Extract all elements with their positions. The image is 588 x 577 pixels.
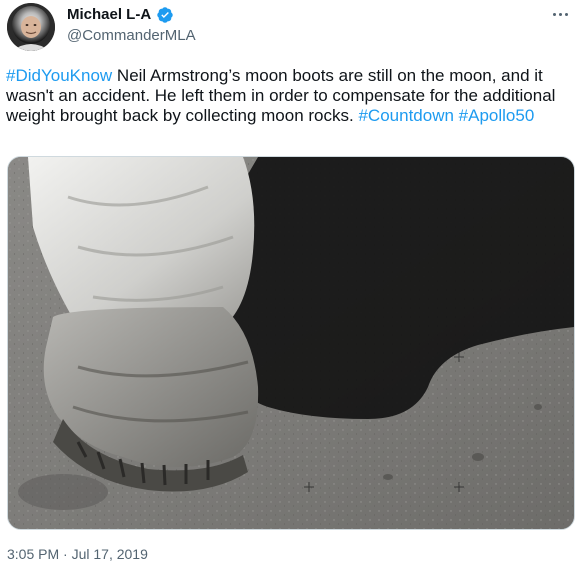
author-name-row: Michael L-A bbox=[67, 6, 174, 24]
astronaut-boot-photo bbox=[8, 157, 574, 529]
hashtag-link[interactable]: #Countdown bbox=[358, 106, 453, 125]
author-handle[interactable]: @CommanderMLA bbox=[67, 27, 196, 45]
tweet-photo[interactable] bbox=[7, 156, 575, 530]
more-options-icon[interactable] bbox=[548, 5, 572, 23]
astronaut-avatar-icon bbox=[7, 3, 55, 51]
hashtag-link[interactable]: #DidYouKnow bbox=[6, 66, 112, 85]
tweet: Michael L-A @CommanderMLA #DidYouKnow Ne… bbox=[0, 0, 588, 577]
verified-badge-icon bbox=[156, 6, 174, 24]
hashtag-link[interactable]: #Apollo50 bbox=[459, 106, 535, 125]
avatar[interactable] bbox=[7, 3, 55, 51]
tweet-text: #DidYouKnow Neil Armstrong’s moon boots … bbox=[6, 66, 576, 126]
author-display-name[interactable]: Michael L-A bbox=[67, 6, 151, 24]
tweet-timestamp[interactable]: 3:05 PM · Jul 17, 2019 bbox=[7, 545, 148, 563]
